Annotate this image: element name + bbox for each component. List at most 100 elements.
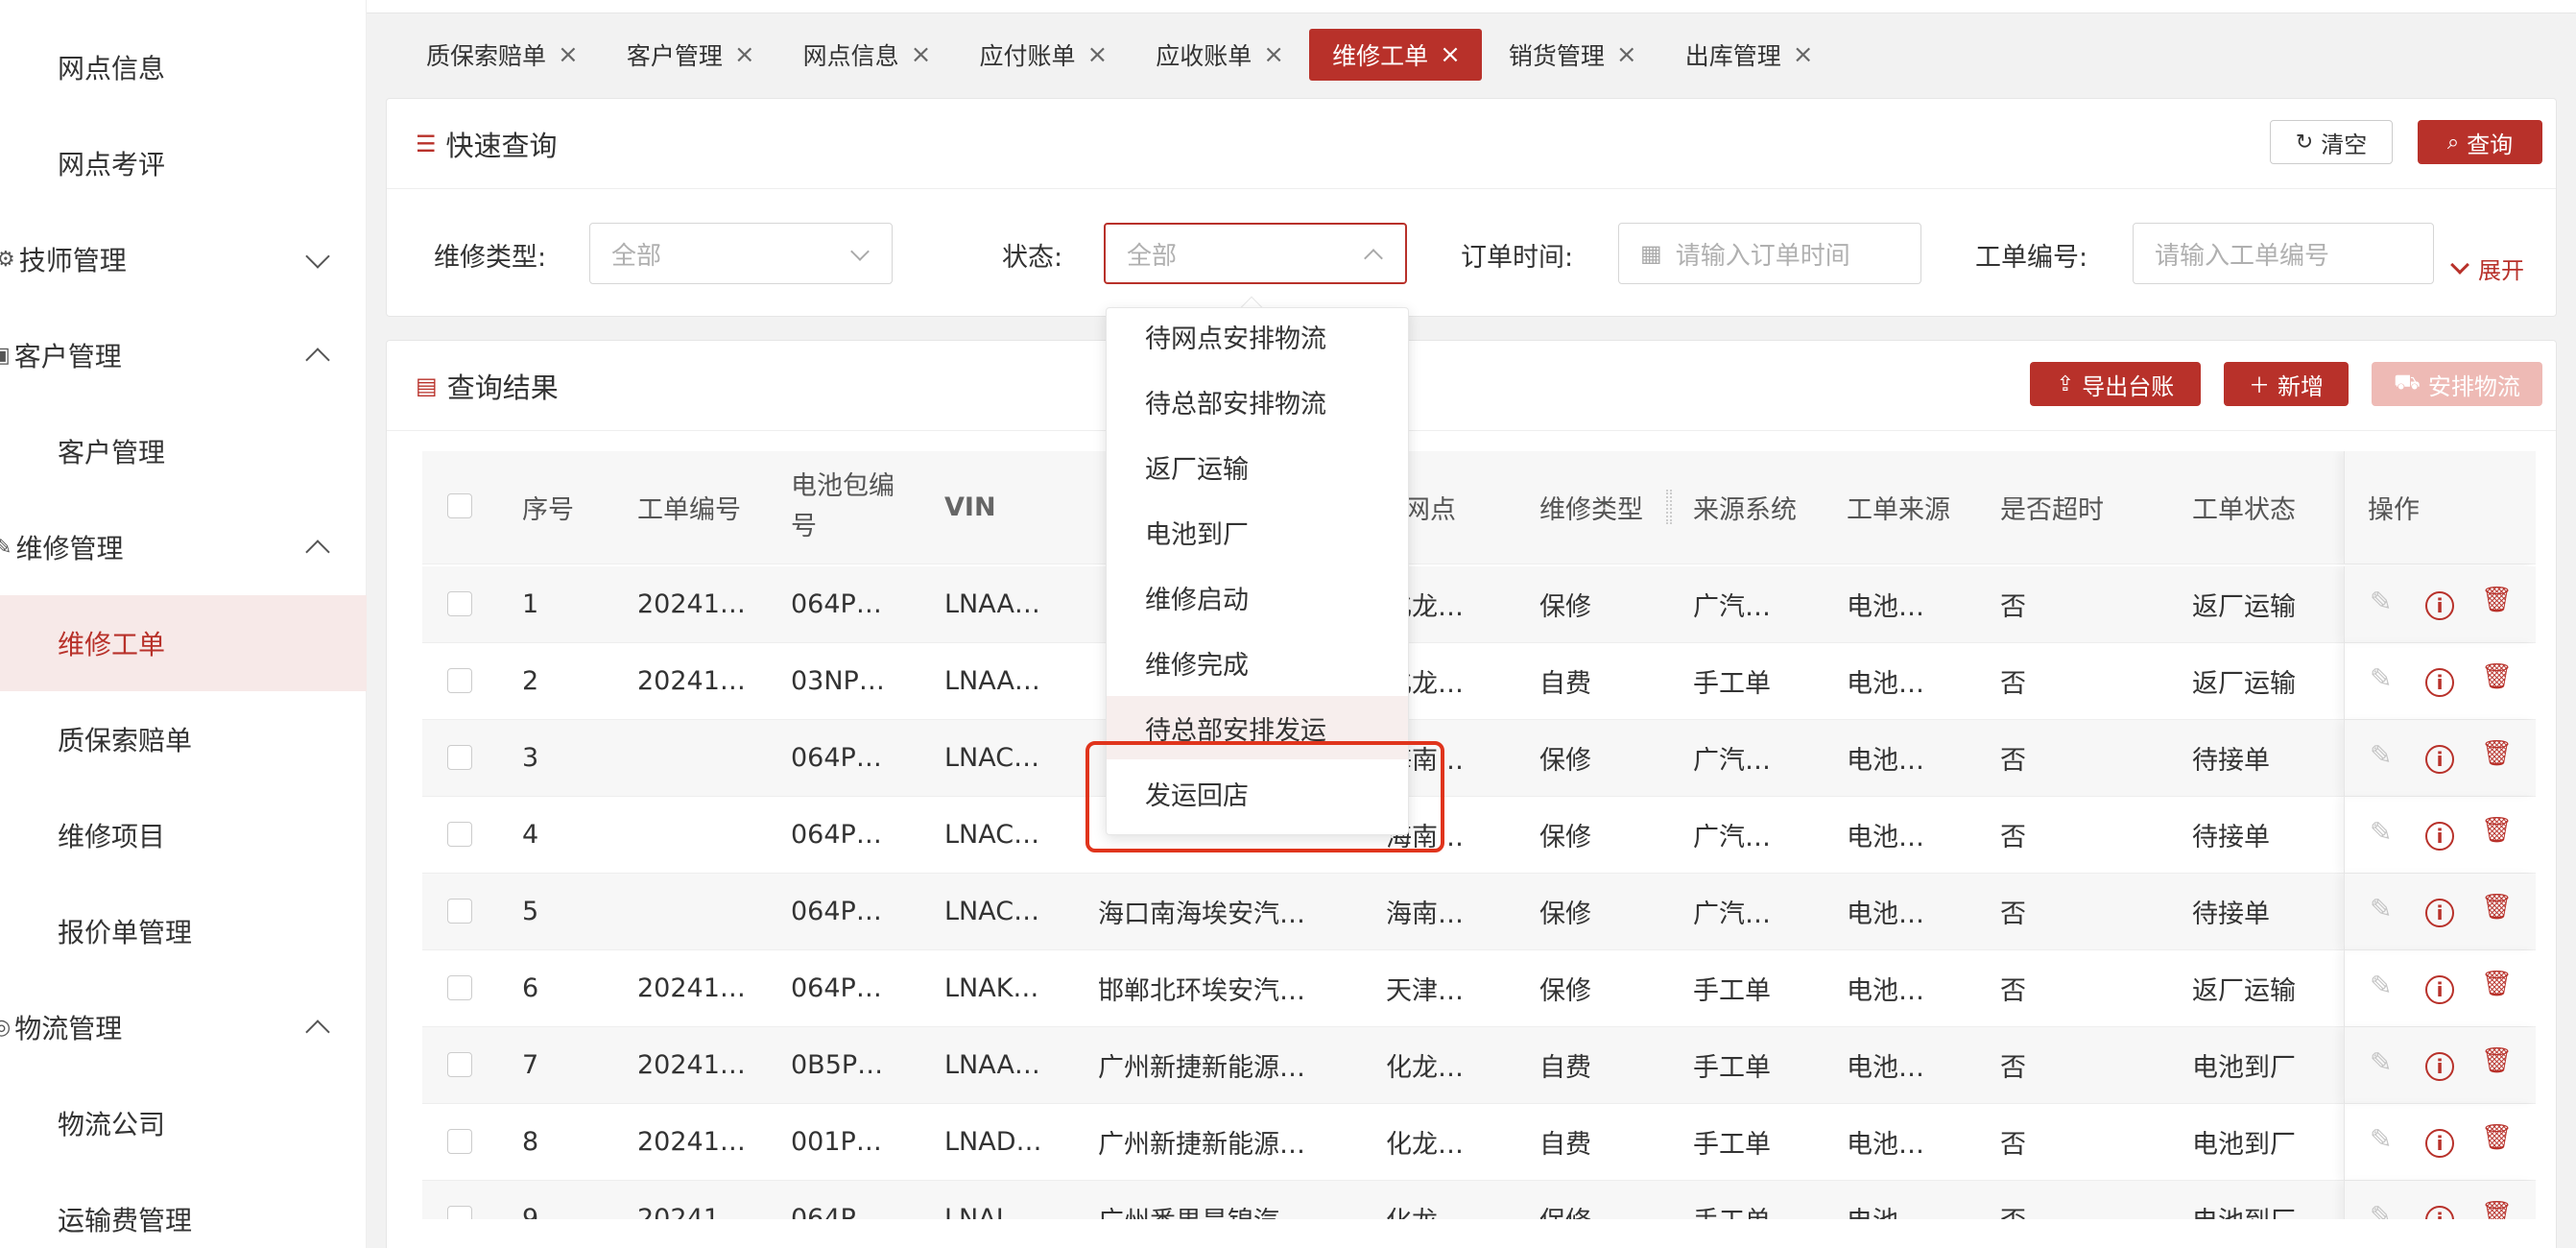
sidebar-item-repair-item[interactable]: 维修项目 xyxy=(0,787,367,883)
chevron-up-icon xyxy=(305,540,330,564)
close-icon[interactable]: × xyxy=(734,40,755,69)
close-icon[interactable]: × xyxy=(1616,40,1637,69)
dropdown-option[interactable]: 待总部安排物流 xyxy=(1107,370,1408,433)
export-ledger-button[interactable]: ⇪ 导出台账 xyxy=(2030,362,2201,406)
close-icon[interactable]: × xyxy=(1263,40,1284,69)
edit-icon[interactable]: ✎ xyxy=(2370,970,2398,1001)
close-icon[interactable]: × xyxy=(558,40,579,69)
row-checkbox[interactable] xyxy=(447,668,472,693)
cell-osrc: 电池… xyxy=(1847,1053,1924,1083)
order-time-input[interactable]: ▦ 请输入订单时间 xyxy=(1618,223,1921,284)
cell-src: 广汽… xyxy=(1693,823,1771,852)
info-icon[interactable]: i xyxy=(2425,975,2454,1004)
sidebar-group-logistics[interactable]: ◎ 物流管理 xyxy=(0,979,367,1075)
delete-icon[interactable]: 🗑 xyxy=(2481,1046,2513,1075)
sidebar-group-repair[interactable]: ✎ 维修管理 xyxy=(0,499,367,595)
edit-icon[interactable]: ✎ xyxy=(2370,893,2398,924)
close-icon[interactable]: × xyxy=(911,40,932,69)
sidebar-item-wangdian-info[interactable]: 网点信息 xyxy=(0,19,367,115)
sidebar-group-customer[interactable]: ▣ 客户管理 xyxy=(0,307,367,403)
dropdown-option[interactable]: 待网点安排物流 xyxy=(1107,308,1408,368)
cell-battery: 064P… xyxy=(791,820,882,850)
dropdown-option[interactable]: 返厂运输 xyxy=(1107,435,1408,498)
column-resize-handle[interactable] xyxy=(1666,490,1672,524)
delete-icon[interactable]: 🗑 xyxy=(2481,1123,2513,1152)
sidebar-group-technician[interactable]: ⚙ 技师管理 xyxy=(0,211,367,307)
table-row[interactable]: 8 20241… 001P… LNAD… 广州新捷新能源… 化龙… 自费 手工单 电池… 否 电池到… xyxy=(422,1104,2536,1181)
tab-payable[interactable]: 应付账单 × xyxy=(956,29,1129,81)
info-icon[interactable]: i xyxy=(2425,591,2454,620)
row-checkbox[interactable] xyxy=(447,1129,472,1154)
row-checkbox[interactable] xyxy=(447,1206,472,1219)
dropdown-option[interactable]: 维修启动 xyxy=(1107,565,1408,629)
sidebar-item-logistics-company[interactable]: 物流公司 xyxy=(0,1075,367,1171)
tab-wangdian-info[interactable]: 网点信息 × xyxy=(780,29,953,81)
close-icon[interactable]: × xyxy=(1440,40,1461,69)
close-icon[interactable]: × xyxy=(1086,40,1108,69)
info-icon[interactable]: i xyxy=(2425,899,2454,927)
edit-icon[interactable]: ✎ xyxy=(2370,662,2398,694)
edit-icon[interactable]: ✎ xyxy=(2370,1123,2398,1155)
delete-icon[interactable]: 🗑 xyxy=(2481,970,2513,998)
sidebar-item-customer-mgmt[interactable]: 客户管理 xyxy=(0,403,367,499)
table-row[interactable]: 7 20241… 0B5P… LNAA… 广州新捷新能源… 化龙… 自费 手工单 电池… 否 电池到… xyxy=(422,1027,2536,1104)
row-checkbox[interactable] xyxy=(447,745,472,770)
sidebar-group-label: 技师管理 xyxy=(18,245,127,276)
delete-icon[interactable]: 🗑 xyxy=(2481,662,2513,691)
row-checkbox[interactable] xyxy=(447,975,472,1000)
tab-sales[interactable]: 销货管理 × xyxy=(1486,29,1658,81)
clear-button[interactable]: ↻ 清空 xyxy=(2270,120,2393,164)
sidebar-item-quote-mgmt[interactable]: 报价单管理 xyxy=(0,883,367,979)
tab-customer-mgmt[interactable]: 客户管理 × xyxy=(604,29,776,81)
row-checkbox[interactable] xyxy=(447,822,472,847)
tab-receivable[interactable]: 应收账单 × xyxy=(1133,29,1305,81)
select-all-checkbox[interactable] xyxy=(447,493,472,518)
expand-toggle[interactable]: 展开 xyxy=(2450,252,2524,285)
chevron-down-icon xyxy=(305,244,330,269)
info-icon[interactable]: i xyxy=(2425,745,2454,774)
table-row[interactable]: 1 20241… 064P… LNAA… 化龙… 保修 广汽… 电池… 否返厂运输 ✎ i 🗑 xyxy=(422,566,2536,643)
arrange-logistics-button[interactable]: ⛟ 安排物流 xyxy=(2372,362,2542,406)
cell-outlet: 化龙… xyxy=(1386,1053,1464,1083)
edit-icon[interactable]: ✎ xyxy=(2370,586,2398,617)
row-checkbox[interactable] xyxy=(447,591,472,616)
info-icon[interactable]: i xyxy=(2425,822,2454,851)
info-icon[interactable]: i xyxy=(2425,1129,2454,1158)
query-button[interactable]: ⌕ 查询 xyxy=(2418,120,2542,164)
sidebar-item-warranty-claim[interactable]: 质保索赔单 xyxy=(0,691,367,787)
tab-repair-order[interactable]: 维修工单 × xyxy=(1309,29,1482,81)
table-row[interactable]: 9 20241… 064P… LNAL… 广州番禺是锦汽… 化龙… 保修 手工单 电池… 否 电池到… xyxy=(422,1181,2536,1219)
delete-icon[interactable]: 🗑 xyxy=(2481,586,2513,614)
dropdown-option[interactable]: 电池到厂 xyxy=(1107,500,1408,564)
add-button[interactable]: ＋ 新增 xyxy=(2224,362,2349,406)
sidebar-item-repair-order[interactable]: 维修工单 xyxy=(0,595,367,691)
table-row[interactable]: 4 064P… LNAC… 海南… 保修 广汽… 电池… 否待接单 ✎ i 🗑 xyxy=(422,797,2536,874)
delete-icon[interactable]: 🗑 xyxy=(2481,1200,2513,1219)
repair-type-select[interactable]: 全部 xyxy=(589,223,893,284)
row-checkbox[interactable] xyxy=(447,1052,472,1077)
sidebar-item-wangdian-review[interactable]: 网点考评 xyxy=(0,115,367,211)
table-row[interactable]: 2 20241… 03NP… LNAA… 化龙… 自费 手工单 电池… 否返厂运输 ✎ i 🗑 xyxy=(422,643,2536,720)
info-icon[interactable]: i xyxy=(2425,1206,2454,1219)
sidebar-item-freight-mgmt[interactable]: 运输费管理 xyxy=(0,1171,367,1248)
table-row[interactable]: 5 064P… LNAC… 海口南海埃安汽… 海南… 保修 广汽… 电池… 否 待接单 ✎ i 🗑 xyxy=(422,874,2536,950)
edit-icon[interactable]: ✎ xyxy=(2370,739,2398,771)
table-row[interactable]: 6 20241… 064P… LNAK… 邯郸北环埃安汽… 天津… 保修 手工单 电池… 否 返厂运… xyxy=(422,950,2536,1027)
table-row[interactable]: 3 064P… LNAC… 海南… 保修 广汽… 电池… 否待接单 ✎ i 🗑 xyxy=(422,720,2536,797)
dropdown-option[interactable]: 维修完成 xyxy=(1107,631,1408,694)
edit-icon[interactable]: ✎ xyxy=(2370,1200,2398,1219)
delete-icon[interactable]: 🗑 xyxy=(2481,739,2513,768)
delete-icon[interactable]: 🗑 xyxy=(2481,893,2513,922)
edit-icon[interactable]: ✎ xyxy=(2370,1046,2398,1078)
edit-icon[interactable]: ✎ xyxy=(2370,816,2398,848)
tab-warranty-claim[interactable]: 质保索赔单 × xyxy=(403,29,600,81)
status-select[interactable]: 全部 xyxy=(1104,223,1407,284)
delete-icon[interactable]: 🗑 xyxy=(2481,816,2513,845)
close-icon[interactable]: × xyxy=(1793,40,1814,69)
order-no-input[interactable]: 请输入工单编号 xyxy=(2133,223,2434,284)
info-icon[interactable]: i xyxy=(2425,668,2454,697)
row-actions: ✎ i 🗑 xyxy=(2344,566,2536,642)
tab-outbound[interactable]: 出库管理 × xyxy=(1662,29,1835,81)
row-checkbox[interactable] xyxy=(447,899,472,924)
info-icon[interactable]: i xyxy=(2425,1052,2454,1081)
